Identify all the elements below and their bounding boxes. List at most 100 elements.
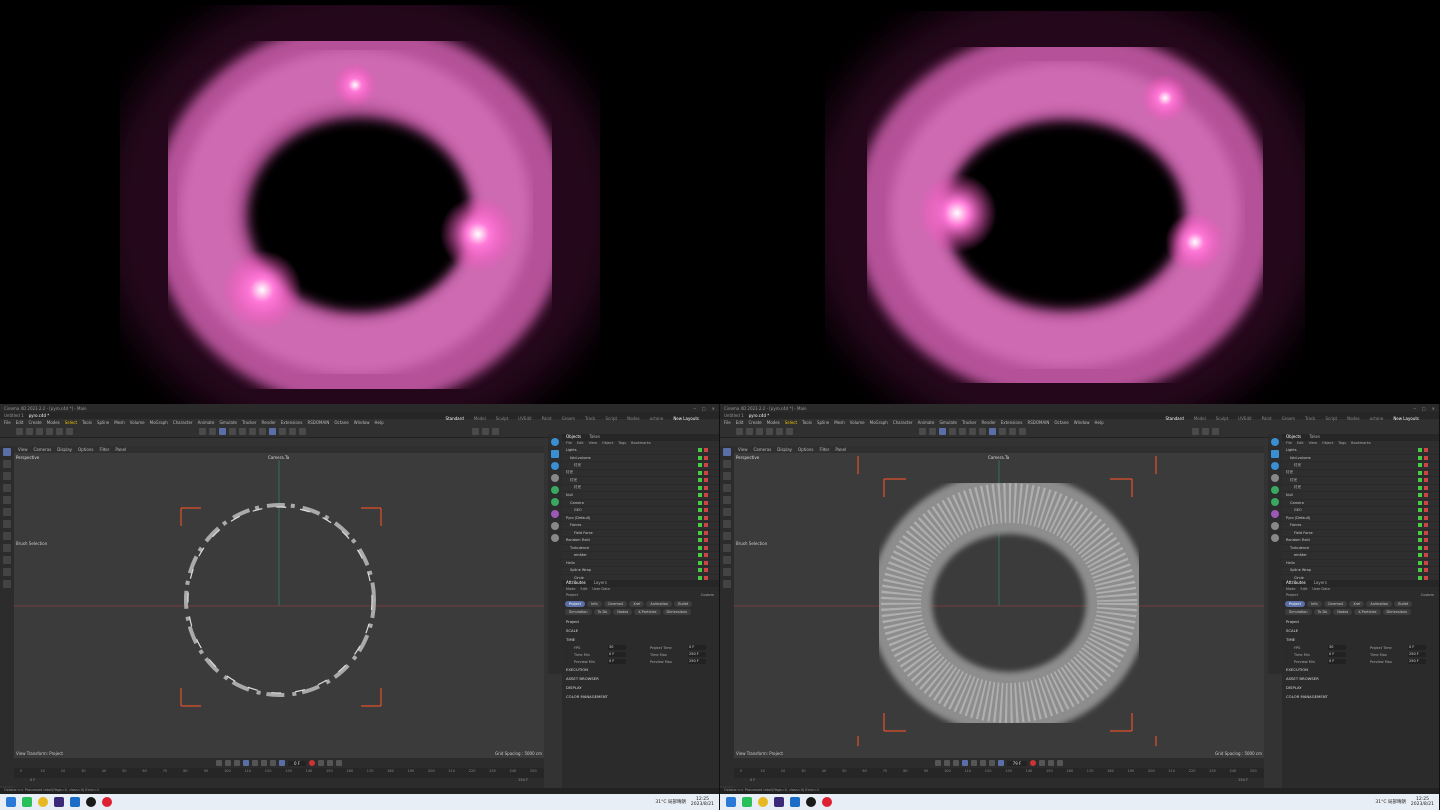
tag-icon[interactable] [704, 470, 708, 475]
object-row[interactable]: Forces [1282, 522, 1439, 530]
object-row[interactable]: fold.volume [1282, 455, 1439, 462]
section-asset-browser[interactable]: ASSET BROWSER [1282, 674, 1439, 683]
tag-icon[interactable] [704, 523, 708, 528]
brush-icon[interactable] [3, 544, 11, 552]
field-value[interactable]: 250 F [1408, 659, 1426, 664]
c4d-icon[interactable] [86, 797, 96, 807]
axis-icon[interactable] [66, 428, 73, 435]
attr-button[interactable]: Cinema4 [1323, 601, 1348, 607]
object-row[interactable]: Helix [562, 560, 719, 567]
layout-tab[interactable]: Standard [1166, 416, 1184, 421]
panel-menu-item[interactable]: Edit [1297, 441, 1304, 447]
render-settings-icon[interactable] [1202, 428, 1209, 435]
render-view-icon[interactable] [269, 428, 276, 435]
light-obj-icon[interactable] [551, 534, 559, 542]
layout-tab[interactable]: Script [606, 416, 618, 421]
select-icon[interactable] [3, 448, 11, 456]
picture-viewer-icon[interactable] [492, 428, 499, 435]
field-value[interactable]: 0 F [1328, 652, 1346, 657]
next-key-icon[interactable] [260, 760, 267, 766]
motion-icon[interactable] [336, 760, 343, 766]
undo-icon[interactable] [16, 428, 23, 435]
menu-item[interactable]: Extensions [281, 420, 303, 425]
timeline-ruler[interactable]: 0 10 20 30 40 50 60 70 80 90 100 110 120 130 140 150 160… [734, 768, 1264, 778]
layout-tab[interactable]: Model [1194, 416, 1206, 421]
model-mode-icon[interactable] [219, 428, 226, 435]
layout-tab[interactable]: Sculpt [1216, 416, 1229, 421]
move-tool-icon[interactable] [3, 472, 11, 480]
layout-tab[interactable]: Groom [562, 416, 575, 421]
minimize-icon[interactable]: ─ [693, 406, 695, 411]
close-icon[interactable]: ✕ [712, 406, 715, 411]
points-icon[interactable] [949, 428, 956, 435]
visible-check-icon[interactable] [698, 568, 702, 573]
visible-check-icon[interactable] [698, 448, 702, 453]
edges-icon[interactable] [239, 428, 246, 435]
section-color-management[interactable]: COLOR MANAGEMENT [1282, 692, 1439, 701]
next-key-icon[interactable] [979, 760, 986, 766]
visible-check-icon[interactable] [1418, 508, 1422, 513]
visible-check-icon[interactable] [1418, 538, 1422, 543]
field-icon[interactable] [1271, 510, 1279, 518]
file-tab[interactable]: Untitled 1 [4, 413, 24, 418]
pen-icon[interactable] [1009, 428, 1016, 435]
rotate-tool-icon[interactable] [723, 484, 731, 492]
select-icon[interactable] [723, 448, 731, 456]
attr-button[interactable]: Nodes [1333, 609, 1353, 615]
close-icon[interactable]: ✕ [1432, 406, 1435, 411]
attr-button[interactable]: Cinema4 [603, 601, 628, 607]
section-display[interactable]: DISPLAY [1282, 683, 1439, 692]
polygons-icon[interactable] [969, 428, 976, 435]
visible-check-icon[interactable] [1418, 530, 1422, 535]
picture-viewer-icon[interactable] [1212, 428, 1219, 435]
menu-item[interactable]: Spline [817, 420, 829, 425]
tab-attributes[interactable]: Attributes [1286, 580, 1306, 587]
polygons-icon[interactable] [249, 428, 256, 435]
next-frame-icon[interactable] [970, 760, 977, 766]
rotate-tool-icon[interactable] [3, 484, 11, 492]
motion-icon[interactable] [1057, 760, 1064, 766]
menu-item[interactable]: Render [261, 420, 275, 425]
prev-frame-icon[interactable] [233, 760, 240, 766]
render-icon[interactable] [1192, 428, 1199, 435]
field-value[interactable]: 30 [608, 645, 626, 650]
visible-check-icon[interactable] [698, 455, 702, 460]
go-end-icon[interactable] [988, 760, 995, 766]
menu-item[interactable]: Animate [918, 420, 935, 425]
scale-tool-icon[interactable] [723, 496, 731, 504]
camera-icon[interactable] [551, 522, 559, 530]
text-icon[interactable] [551, 474, 559, 482]
maximize-icon[interactable]: □ [1422, 406, 1426, 411]
menu-item[interactable]: Spline [97, 420, 109, 425]
workplane-icon[interactable] [209, 428, 216, 435]
chrome-icon[interactable] [758, 797, 768, 807]
menu-item[interactable]: Octane [334, 420, 348, 425]
app-icon[interactable] [742, 797, 752, 807]
grid-icon[interactable] [259, 428, 266, 435]
points-icon[interactable] [229, 428, 236, 435]
visible-check-icon[interactable] [698, 508, 702, 513]
menu-item[interactable]: Tracker [242, 420, 256, 425]
camera-icon[interactable] [1271, 522, 1279, 530]
menu-item[interactable]: Tools [82, 420, 92, 425]
field-value[interactable]: 0 F [1328, 659, 1346, 664]
layout-tab[interactable]: octane [1370, 416, 1384, 421]
layout-tab[interactable]: Nodes [627, 416, 640, 421]
tag-icon[interactable] [1424, 448, 1428, 453]
vscode-icon[interactable] [790, 797, 800, 807]
tag-icon[interactable] [1424, 508, 1428, 513]
magnet-icon[interactable] [3, 556, 11, 564]
object-row[interactable]: Camera [1282, 500, 1439, 507]
start-frame[interactable]: 0 F [30, 778, 35, 786]
menu-item[interactable]: Create [28, 420, 41, 425]
panel-menu-item[interactable]: Object [602, 441, 613, 447]
panel-menu-item[interactable]: View [589, 441, 597, 447]
tab-layers[interactable]: Layers [594, 580, 607, 587]
tag-icon[interactable] [1424, 530, 1428, 535]
autokey-icon[interactable] [318, 760, 325, 766]
windows-start-icon[interactable] [726, 797, 736, 807]
text-icon[interactable] [1271, 474, 1279, 482]
chrome-icon[interactable] [38, 797, 48, 807]
menu-item[interactable]: MoGraph [150, 420, 168, 425]
visible-check-icon[interactable] [1418, 470, 1422, 475]
